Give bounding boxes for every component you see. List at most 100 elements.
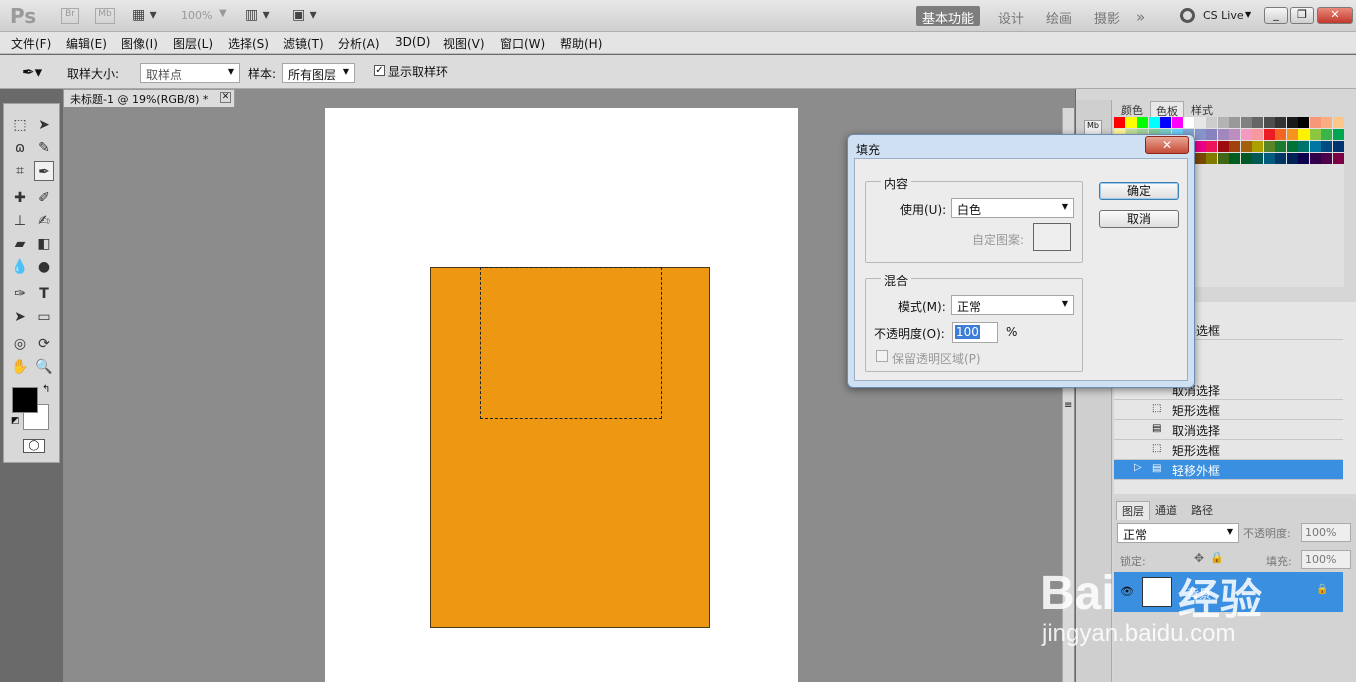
fill-input[interactable]: 100% bbox=[1301, 550, 1351, 569]
shape-tool-icon[interactable]: ▭ bbox=[34, 307, 54, 327]
color-swatch[interactable] bbox=[1137, 117, 1148, 128]
workspace-essentials[interactable]: 基本功能 bbox=[916, 6, 981, 27]
workspace-design[interactable]: 设计 bbox=[992, 6, 1030, 27]
color-swatch[interactable] bbox=[1206, 141, 1217, 152]
foreground-color-swatch[interactable] bbox=[12, 387, 38, 413]
document-tab[interactable]: 未标题-1 @ 19%(RGB/8) * ✕ bbox=[63, 89, 235, 107]
color-swatch[interactable] bbox=[1217, 141, 1229, 152]
menu-edit[interactable]: 编辑(E) bbox=[66, 35, 107, 52]
menu-window[interactable]: 窗口(W) bbox=[500, 35, 545, 52]
preserve-transparency-checkbox[interactable] bbox=[876, 350, 888, 362]
zoom-level[interactable]: 100% bbox=[181, 9, 212, 22]
color-swatch[interactable] bbox=[1263, 141, 1275, 152]
color-swatch[interactable] bbox=[1252, 117, 1263, 128]
pen-tool-icon[interactable]: ✑ bbox=[10, 284, 30, 304]
color-swatch[interactable] bbox=[1286, 129, 1298, 140]
color-swatch[interactable] bbox=[1194, 117, 1206, 128]
color-swatch[interactable] bbox=[1125, 117, 1137, 128]
menu-select[interactable]: 选择(S) bbox=[228, 35, 269, 52]
color-swatch[interactable] bbox=[1332, 117, 1344, 128]
hand-tool-icon[interactable]: ✋ bbox=[10, 357, 30, 377]
mode-select[interactable]: 正常 bbox=[951, 295, 1074, 315]
more-workspaces-icon[interactable]: » bbox=[1130, 6, 1151, 26]
minimize-button[interactable]: _ bbox=[1264, 7, 1288, 24]
tab-channels[interactable]: 通道 bbox=[1150, 501, 1182, 519]
color-swatch[interactable] bbox=[1252, 153, 1263, 164]
color-swatch[interactable] bbox=[1298, 141, 1309, 152]
color-swatch[interactable] bbox=[1263, 129, 1275, 140]
menu-filter[interactable]: 滤镜(T) bbox=[283, 35, 324, 52]
cs-live-button[interactable]: CS Live bbox=[1203, 9, 1244, 22]
color-swatch[interactable] bbox=[1286, 141, 1298, 152]
tab-layers[interactable]: 图层 bbox=[1116, 501, 1150, 520]
lasso-tool-icon[interactable]: ɷ bbox=[10, 138, 30, 158]
color-swatch[interactable] bbox=[1240, 117, 1252, 128]
color-swatch[interactable] bbox=[1309, 153, 1321, 164]
eraser-tool-icon[interactable]: ▰ bbox=[10, 234, 30, 254]
quick-select-tool-icon[interactable]: ✎ bbox=[34, 138, 54, 158]
color-swatch[interactable] bbox=[1298, 117, 1309, 128]
color-swatch[interactable] bbox=[1321, 153, 1332, 164]
gradient-tool-icon[interactable]: ◧ bbox=[34, 234, 54, 254]
color-swatch[interactable] bbox=[1286, 153, 1298, 164]
history-item-current[interactable]: ▷ ▤ 轻移外框 bbox=[1114, 460, 1343, 480]
zoom-tool-icon[interactable]: 🔍 bbox=[34, 357, 54, 377]
color-swatch[interactable] bbox=[1194, 141, 1206, 152]
color-swatch[interactable] bbox=[1206, 153, 1217, 164]
blur-tool-icon[interactable]: 💧 bbox=[10, 257, 30, 277]
layer-blend-mode-select[interactable]: 正常 bbox=[1117, 523, 1239, 543]
swap-colors-icon[interactable]: ↰ bbox=[42, 384, 50, 395]
color-swatch[interactable] bbox=[1194, 129, 1206, 140]
cs-live-dropdown-icon[interactable]: ▼ bbox=[1245, 10, 1251, 19]
history-item[interactable]: ⬚ 矩形选框 bbox=[1114, 400, 1343, 420]
menu-help[interactable]: 帮助(H) bbox=[560, 35, 602, 52]
color-swatch[interactable] bbox=[1298, 153, 1309, 164]
color-swatch[interactable] bbox=[1171, 117, 1183, 128]
color-swatch[interactable] bbox=[1206, 129, 1217, 140]
healing-brush-tool-icon[interactable]: ✚ bbox=[10, 188, 30, 208]
eyedropper-tool-preset-icon[interactable]: ✒▾ bbox=[22, 63, 42, 81]
zoom-dropdown-icon[interactable]: ▼ bbox=[219, 8, 227, 19]
brush-tool-icon[interactable]: ✐ bbox=[34, 188, 54, 208]
color-swatch[interactable] bbox=[1298, 129, 1309, 140]
color-swatch[interactable] bbox=[1229, 141, 1240, 152]
layer-opacity-input[interactable]: 100% bbox=[1301, 523, 1351, 542]
screen-mode-icon[interactable]: ▣ ▾ bbox=[292, 7, 317, 23]
clone-stamp-tool-icon[interactable]: ⊥ bbox=[10, 211, 30, 231]
visibility-eye-icon[interactable]: 👁 bbox=[1120, 585, 1134, 598]
view-extras-icon[interactable]: ▦ ▾ bbox=[132, 7, 157, 23]
close-document-icon[interactable]: ✕ bbox=[220, 92, 231, 103]
color-swatch[interactable] bbox=[1286, 117, 1298, 128]
color-swatch[interactable] bbox=[1275, 153, 1286, 164]
bridge-button[interactable]: Br bbox=[61, 8, 79, 24]
menu-3d[interactable]: 3D(D) bbox=[395, 35, 430, 49]
history-brush-tool-icon[interactable]: ✍ bbox=[34, 211, 54, 231]
color-swatch[interactable] bbox=[1148, 117, 1160, 128]
color-swatch[interactable] bbox=[1321, 129, 1332, 140]
color-swatch[interactable] bbox=[1217, 129, 1229, 140]
3d-orbit-tool-icon[interactable]: ⟳ bbox=[34, 334, 54, 354]
color-swatch[interactable] bbox=[1206, 117, 1217, 128]
menu-image[interactable]: 图像(I) bbox=[121, 35, 158, 52]
lock-position-icon[interactable]: ✥ bbox=[1194, 551, 1204, 565]
dialog-close-button[interactable]: ✕ bbox=[1145, 136, 1189, 154]
color-swatch[interactable] bbox=[1114, 117, 1125, 128]
move-tool-icon[interactable]: ➤ bbox=[34, 115, 54, 135]
use-select[interactable]: 白色 bbox=[951, 198, 1074, 218]
color-swatch[interactable] bbox=[1321, 141, 1332, 152]
color-swatch[interactable] bbox=[1309, 117, 1321, 128]
color-swatch[interactable] bbox=[1252, 129, 1263, 140]
color-swatch[interactable] bbox=[1252, 141, 1263, 152]
color-swatch[interactable] bbox=[1332, 141, 1344, 152]
history-item[interactable]: ⬚ 矩形选框 bbox=[1114, 440, 1343, 460]
history-item[interactable]: ▤ 取消选择 bbox=[1114, 420, 1343, 440]
cancel-button[interactable]: 取消 bbox=[1099, 210, 1179, 228]
color-swatch[interactable] bbox=[1240, 141, 1252, 152]
color-swatch[interactable] bbox=[1229, 153, 1240, 164]
color-swatch[interactable] bbox=[1275, 129, 1286, 140]
menu-file[interactable]: 文件(F) bbox=[11, 35, 51, 52]
path-selection-tool-icon[interactable]: ➤ bbox=[10, 307, 30, 327]
sample-select[interactable]: 所有图层 bbox=[282, 63, 355, 83]
color-swatch[interactable] bbox=[1229, 117, 1240, 128]
color-swatch[interactable] bbox=[1332, 129, 1344, 140]
